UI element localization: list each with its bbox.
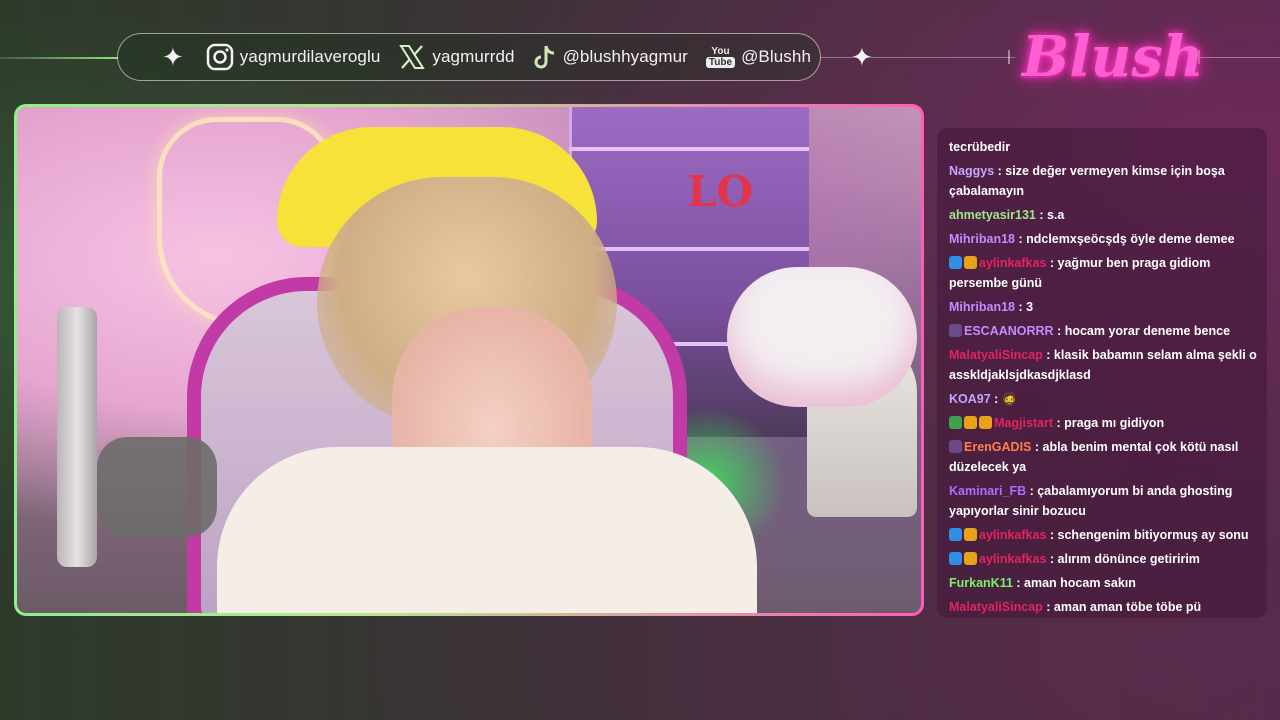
- chat-message: KOA97 : 🧔: [949, 389, 1257, 409]
- chat-text: tecrübedir: [949, 140, 1011, 154]
- chat-message: Naggys : size değer vermeyen kimse için …: [949, 161, 1257, 201]
- chat-message: Mihriban18 : ndclemxşeöcşdş öyle deme de…: [949, 229, 1257, 249]
- chat-message: tecrübedir: [949, 137, 1257, 157]
- chat-text: s.a: [1046, 208, 1065, 222]
- chat-separator: :: [1046, 528, 1058, 542]
- chat-username[interactable]: aylinkafkas: [979, 256, 1046, 270]
- chat-text: schengenim bitiyormuş ay sonu: [1057, 528, 1249, 542]
- chat-separator: :: [1035, 208, 1047, 222]
- chat-badge-icon: [949, 440, 962, 453]
- chat-badge-icon: [964, 528, 977, 541]
- chat-message: Kaminari_FB : çabalamıyorum bi anda ghos…: [949, 481, 1257, 521]
- chat-separator: :: [1053, 416, 1065, 430]
- header-divider-tick: [1008, 50, 1010, 64]
- streamer-cardigan: [217, 447, 757, 613]
- chat-separator: :: [1042, 600, 1054, 614]
- chat-separator: :: [1026, 484, 1038, 498]
- chat-separator: :: [1046, 552, 1058, 566]
- chat-badge-icon: [979, 416, 992, 429]
- social-handle: @blushhyagmur: [562, 47, 688, 66]
- chat-username[interactable]: KOA97: [949, 392, 991, 406]
- channel-logo: Blush: [1022, 24, 1204, 90]
- webcam-video[interactable]: LO: [17, 107, 921, 613]
- chat-badge-icon: [949, 324, 962, 337]
- chat-username[interactable]: MalatyaliSincap: [949, 348, 1043, 362]
- chat-username[interactable]: Mihriban18: [949, 300, 1015, 314]
- chat-username[interactable]: FurkanK11: [949, 576, 1013, 590]
- sparkle-icon: ✦: [851, 42, 873, 72]
- chat-message: ErenGADIS : abla benim mental çok kötü n…: [949, 437, 1257, 477]
- chat-username[interactable]: ESCAANORRR: [964, 324, 1054, 338]
- chat-message: MalatyaliSincap : aman aman töbe töbe pü: [949, 597, 1257, 617]
- microphone: [97, 437, 217, 537]
- chat-username[interactable]: Magjistart: [994, 416, 1053, 430]
- chat-message: FurkanK11 : aman hocam sakın: [949, 573, 1257, 593]
- chat-text: aman hocam sakın: [1024, 576, 1136, 590]
- chat-message: ahmetyasir131 : s.a: [949, 205, 1257, 225]
- chat-message: ESCAANORRR : hocam yorar deneme bence: [949, 321, 1257, 341]
- chat-badge-icon: [949, 416, 962, 429]
- chat-badge-icon: [964, 416, 977, 429]
- chat-text: aman aman töbe töbe pü: [1053, 600, 1202, 614]
- chat-username[interactable]: aylinkafkas: [979, 528, 1046, 542]
- social-handle: yagmurrdd: [432, 47, 515, 66]
- social-youtube: You Tube @Blushh: [705, 46, 812, 68]
- chat-badge-icon: [949, 552, 962, 565]
- chat-message-list: tecrübedir Naggys : size değer vermeyen k…: [949, 137, 1257, 617]
- chat-separator: :: [1053, 324, 1065, 338]
- chat-badge-icon: [949, 256, 962, 269]
- chat-text: 🧔: [1001, 392, 1018, 406]
- chat-separator: :: [990, 392, 1002, 406]
- chat-badge-icon: [949, 528, 962, 541]
- header-divider-left: [0, 57, 118, 59]
- chat-separator: :: [1042, 348, 1054, 362]
- chat-message: Mihriban18 : 3: [949, 297, 1257, 317]
- unicorn-plush: [727, 267, 917, 407]
- x-icon: [399, 45, 426, 69]
- youtube-icon: You Tube: [705, 46, 736, 68]
- chat-text: praga mı gidiyon: [1064, 416, 1165, 430]
- chat-panel[interactable]: tecrübedir Naggys : size değer vermeyen k…: [937, 128, 1267, 618]
- chat-username[interactable]: ErenGADIS: [964, 440, 1031, 454]
- instagram-icon: [206, 43, 234, 71]
- sparkle-icon: ✦: [162, 42, 184, 72]
- chat-username[interactable]: Naggys: [949, 164, 994, 178]
- chat-username[interactable]: aylinkafkas: [979, 552, 1046, 566]
- webcam-frame: LO: [14, 104, 924, 616]
- social-handle: yagmurdilaveroglu: [239, 47, 381, 66]
- chat-text: alırım dönünce getiririm: [1057, 552, 1200, 566]
- header-divider-mid: [820, 57, 1015, 58]
- chat-message: MalatyaliSincap : klasik babamın selam a…: [949, 345, 1257, 385]
- chat-separator: :: [994, 164, 1006, 178]
- chat-separator: :: [1015, 300, 1027, 314]
- social-x: yagmurrdd: [398, 43, 514, 71]
- chat-username[interactable]: ahmetyasir131: [949, 208, 1036, 222]
- chat-message: aylinkafkas : schengenim bitiyormuş ay s…: [949, 525, 1257, 545]
- tiktok-icon: [534, 45, 554, 69]
- header-divider-right: [1200, 57, 1280, 58]
- mic-arm: [57, 307, 97, 567]
- chat-badge-icon: [964, 256, 977, 269]
- chat-text: ndclemxşeöcşdş öyle deme demee: [1026, 232, 1235, 246]
- chat-text: 3: [1026, 300, 1034, 314]
- chat-text: hocam yorar deneme bence: [1064, 324, 1231, 338]
- chat-username[interactable]: Mihriban18: [949, 232, 1015, 246]
- social-tiktok: @blushhyagmur: [533, 43, 688, 71]
- chat-separator: :: [1046, 256, 1058, 270]
- chat-message: Magjistart : praga mı gidiyon: [949, 413, 1257, 433]
- social-instagram: yagmurdilaveroglu: [206, 43, 381, 71]
- chat-message: aylinkafkas : yağmur ben praga gidiom pe…: [949, 253, 1257, 293]
- love-sign: LO: [687, 167, 754, 216]
- social-bar: ✦ yagmurdilaveroglu yagmurrdd @blushhyag…: [117, 33, 873, 81]
- chat-separator: :: [1031, 440, 1043, 454]
- chat-username[interactable]: Kaminari_FB: [949, 484, 1026, 498]
- chat-separator: :: [1015, 232, 1027, 246]
- social-handle: @Blushh: [741, 47, 812, 66]
- chat-badge-icon: [964, 552, 977, 565]
- chat-message: aylinkafkas : alırım dönünce getiririm: [949, 549, 1257, 569]
- chat-separator: :: [1012, 576, 1025, 590]
- chat-username[interactable]: MalatyaliSincap: [949, 600, 1043, 614]
- shelf-board: [569, 147, 809, 151]
